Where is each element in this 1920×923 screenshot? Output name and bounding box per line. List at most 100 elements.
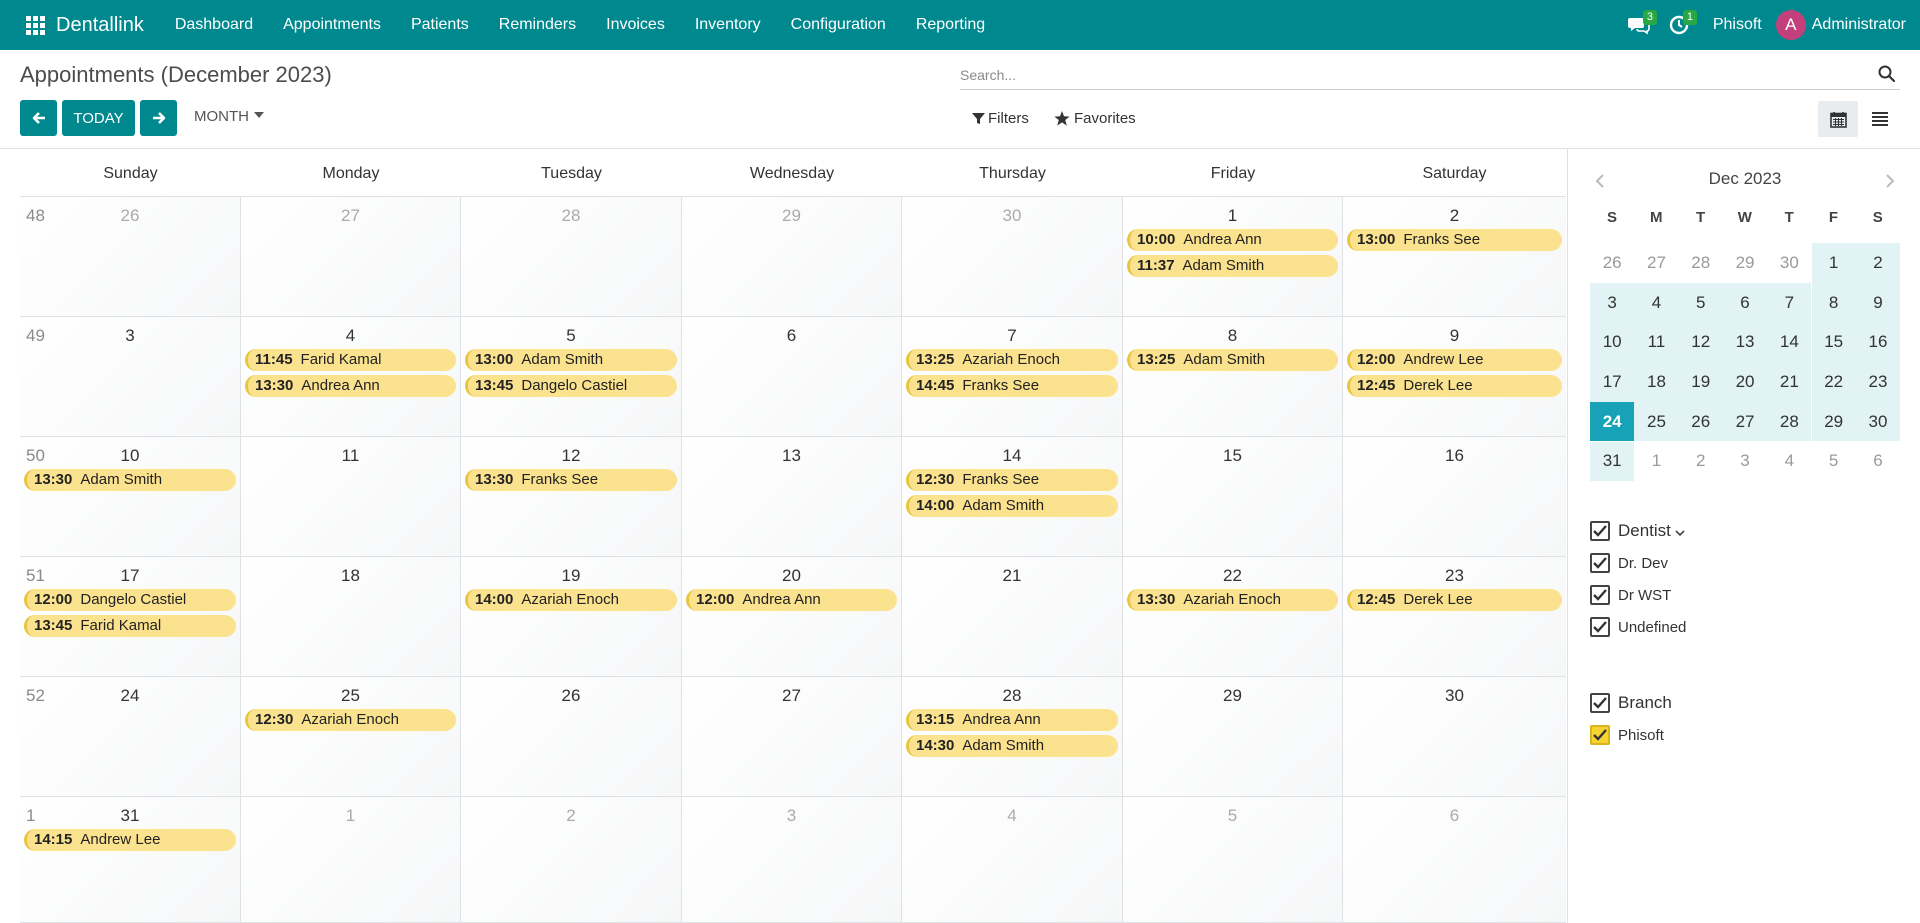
day-cell[interactable]: 29	[1123, 677, 1343, 797]
menu-item-appointments[interactable]: Appointments	[268, 0, 396, 50]
filter-item[interactable]: Phisoft	[1590, 719, 1672, 751]
appointment-event[interactable]: 14:15 Andrew Lee	[24, 829, 236, 851]
day-cell[interactable]: 9 12:00 Andrew Lee 12:45 Derek Lee	[1343, 317, 1566, 437]
appointment-event[interactable]: 13:30 Azariah Enoch	[1127, 589, 1338, 611]
day-cell[interactable]: 30	[1343, 677, 1566, 797]
mini-calendar-day[interactable]: 6	[1856, 442, 1900, 482]
appointment-event[interactable]: 14:30 Adam Smith	[906, 735, 1118, 757]
checkbox[interactable]	[1590, 585, 1610, 605]
appointment-event[interactable]: 12:30 Azariah Enoch	[245, 709, 456, 731]
checkbox[interactable]	[1590, 725, 1610, 745]
day-cell[interactable]: 30	[902, 197, 1123, 317]
day-cell[interactable]: 16	[1343, 437, 1566, 557]
mini-calendar-day[interactable]: 9	[1855, 282, 1901, 323]
day-cell[interactable]: 3 49	[20, 317, 241, 437]
mini-calendar-day[interactable]: 3	[1590, 282, 1635, 323]
mini-calendar-day[interactable]: 31	[1590, 441, 1635, 482]
mini-calendar-day[interactable]: 4	[1634, 282, 1679, 323]
activities-button[interactable]: 1	[1659, 0, 1699, 50]
mini-prev-button[interactable]	[1590, 171, 1610, 191]
mini-calendar-day[interactable]: 24	[1590, 401, 1635, 442]
checkbox[interactable]	[1590, 617, 1610, 637]
filters-button[interactable]: Filters	[972, 110, 1029, 127]
appointment-event[interactable]: 11:45 Farid Kamal	[245, 349, 456, 371]
appointment-event[interactable]: 13:25 Adam Smith	[1127, 349, 1338, 371]
app-brand[interactable]: Dentallink	[56, 14, 144, 37]
appointment-event[interactable]: 14:45 Franks See	[906, 375, 1118, 397]
day-cell[interactable]: 14 12:30 Franks See 14:00 Adam Smith	[902, 437, 1123, 557]
filter-item[interactable]: Undefined	[1590, 611, 1686, 643]
mini-calendar-day[interactable]: 5	[1812, 442, 1856, 482]
day-cell[interactable]: 22 13:30 Azariah Enoch	[1123, 557, 1343, 677]
appointment-event[interactable]: 12:00 Andrea Ann	[686, 589, 897, 611]
mini-calendar-day[interactable]: 23	[1855, 362, 1901, 402]
apps-menu-button[interactable]	[20, 0, 50, 50]
favorites-button[interactable]: Favorites	[1054, 110, 1136, 127]
day-cell[interactable]: 1 10:00 Andrea Ann 11:37 Adam Smith	[1123, 197, 1343, 317]
appointment-event[interactable]: 14:00 Adam Smith	[906, 495, 1118, 517]
mini-calendar-day[interactable]: 19	[1678, 362, 1723, 402]
mini-calendar-day[interactable]: 27	[1634, 243, 1678, 283]
appointment-event[interactable]: 14:00 Azariah Enoch	[465, 589, 677, 611]
mini-calendar-day[interactable]: 3	[1723, 442, 1767, 482]
day-cell[interactable]: 6	[682, 317, 902, 437]
appointment-event[interactable]: 13:00 Adam Smith	[465, 349, 677, 371]
day-cell[interactable]: 2	[461, 797, 682, 923]
appointment-event[interactable]: 12:00 Dangelo Castiel	[24, 589, 236, 611]
day-cell[interactable]: 24 52	[20, 677, 241, 797]
mini-calendar-day[interactable]: 6	[1722, 282, 1768, 323]
mini-calendar-day[interactable]: 7	[1767, 282, 1812, 323]
day-cell[interactable]: 8 13:25 Adam Smith	[1123, 317, 1343, 437]
mini-calendar-day[interactable]: 28	[1767, 401, 1812, 442]
appointment-event[interactable]: 12:45 Derek Lee	[1347, 375, 1562, 397]
company-switcher[interactable]: Phisoft	[1699, 16, 1776, 34]
appointment-event[interactable]: 12:30 Franks See	[906, 469, 1118, 491]
day-cell[interactable]: 23 12:45 Derek Lee	[1343, 557, 1566, 677]
appointment-event[interactable]: 13:15 Andrea Ann	[906, 709, 1118, 731]
day-cell[interactable]: 6	[1343, 797, 1566, 923]
day-cell[interactable]: 1	[241, 797, 461, 923]
mini-calendar-day[interactable]: 26	[1678, 401, 1723, 442]
messages-button[interactable]: 3	[1619, 0, 1659, 50]
menu-item-reminders[interactable]: Reminders	[484, 0, 591, 50]
checkbox[interactable]	[1590, 693, 1610, 713]
day-cell[interactable]: 11	[241, 437, 461, 557]
day-cell[interactable]: 5 13:00 Adam Smith 13:45 Dangelo Castiel	[461, 317, 682, 437]
scale-dropdown[interactable]: MONTH	[194, 108, 264, 125]
mini-calendar-day[interactable]: 1	[1634, 442, 1678, 482]
appointment-event[interactable]: 13:45 Dangelo Castiel	[465, 375, 677, 397]
mini-calendar-day[interactable]: 13	[1722, 322, 1768, 363]
day-cell[interactable]: 18	[241, 557, 461, 677]
branch-filter-toggle[interactable]: Branch	[1590, 687, 1672, 719]
appointment-event[interactable]: 13:25 Azariah Enoch	[906, 349, 1118, 371]
mini-calendar-day[interactable]: 15	[1811, 322, 1856, 363]
mini-calendar-day[interactable]: 29	[1723, 243, 1767, 283]
appointment-event[interactable]: 13:30 Franks See	[465, 469, 677, 491]
menu-item-reporting[interactable]: Reporting	[901, 0, 1000, 50]
menu-item-dashboard[interactable]: Dashboard	[160, 0, 268, 50]
mini-calendar-day[interactable]: 30	[1767, 243, 1811, 283]
search-input[interactable]	[960, 62, 1860, 88]
mini-calendar-day[interactable]: 22	[1811, 362, 1856, 402]
day-cell[interactable]: 13	[682, 437, 902, 557]
chevron-down-icon[interactable]	[1674, 528, 1686, 538]
mini-calendar-day[interactable]: 12	[1678, 322, 1723, 363]
appointment-event[interactable]: 11:37 Adam Smith	[1127, 255, 1338, 277]
user-menu[interactable]: A Administrator	[1775, 10, 1920, 40]
mini-calendar-day[interactable]: 28	[1679, 243, 1723, 283]
search-icon[interactable]	[1878, 65, 1896, 83]
day-cell[interactable]: 7 13:25 Azariah Enoch 14:45 Franks See	[902, 317, 1123, 437]
mini-calendar-day[interactable]: 4	[1767, 442, 1811, 482]
day-cell[interactable]: 28	[461, 197, 682, 317]
day-cell[interactable]: 19 14:00 Azariah Enoch	[461, 557, 682, 677]
mini-calendar-day[interactable]: 11	[1634, 322, 1679, 363]
day-cell[interactable]: 17 51 12:00 Dangelo Castiel 13:45 Farid Kamal	[20, 557, 241, 677]
mini-calendar-day[interactable]: 10	[1590, 322, 1635, 363]
mini-calendar-day[interactable]: 5	[1678, 282, 1723, 323]
checkbox[interactable]	[1590, 521, 1610, 541]
checkbox[interactable]	[1590, 553, 1610, 573]
menu-item-inventory[interactable]: Inventory	[680, 0, 776, 50]
day-cell[interactable]: 21	[902, 557, 1123, 677]
day-cell[interactable]: 26	[461, 677, 682, 797]
day-cell[interactable]: 26 48	[20, 197, 241, 317]
